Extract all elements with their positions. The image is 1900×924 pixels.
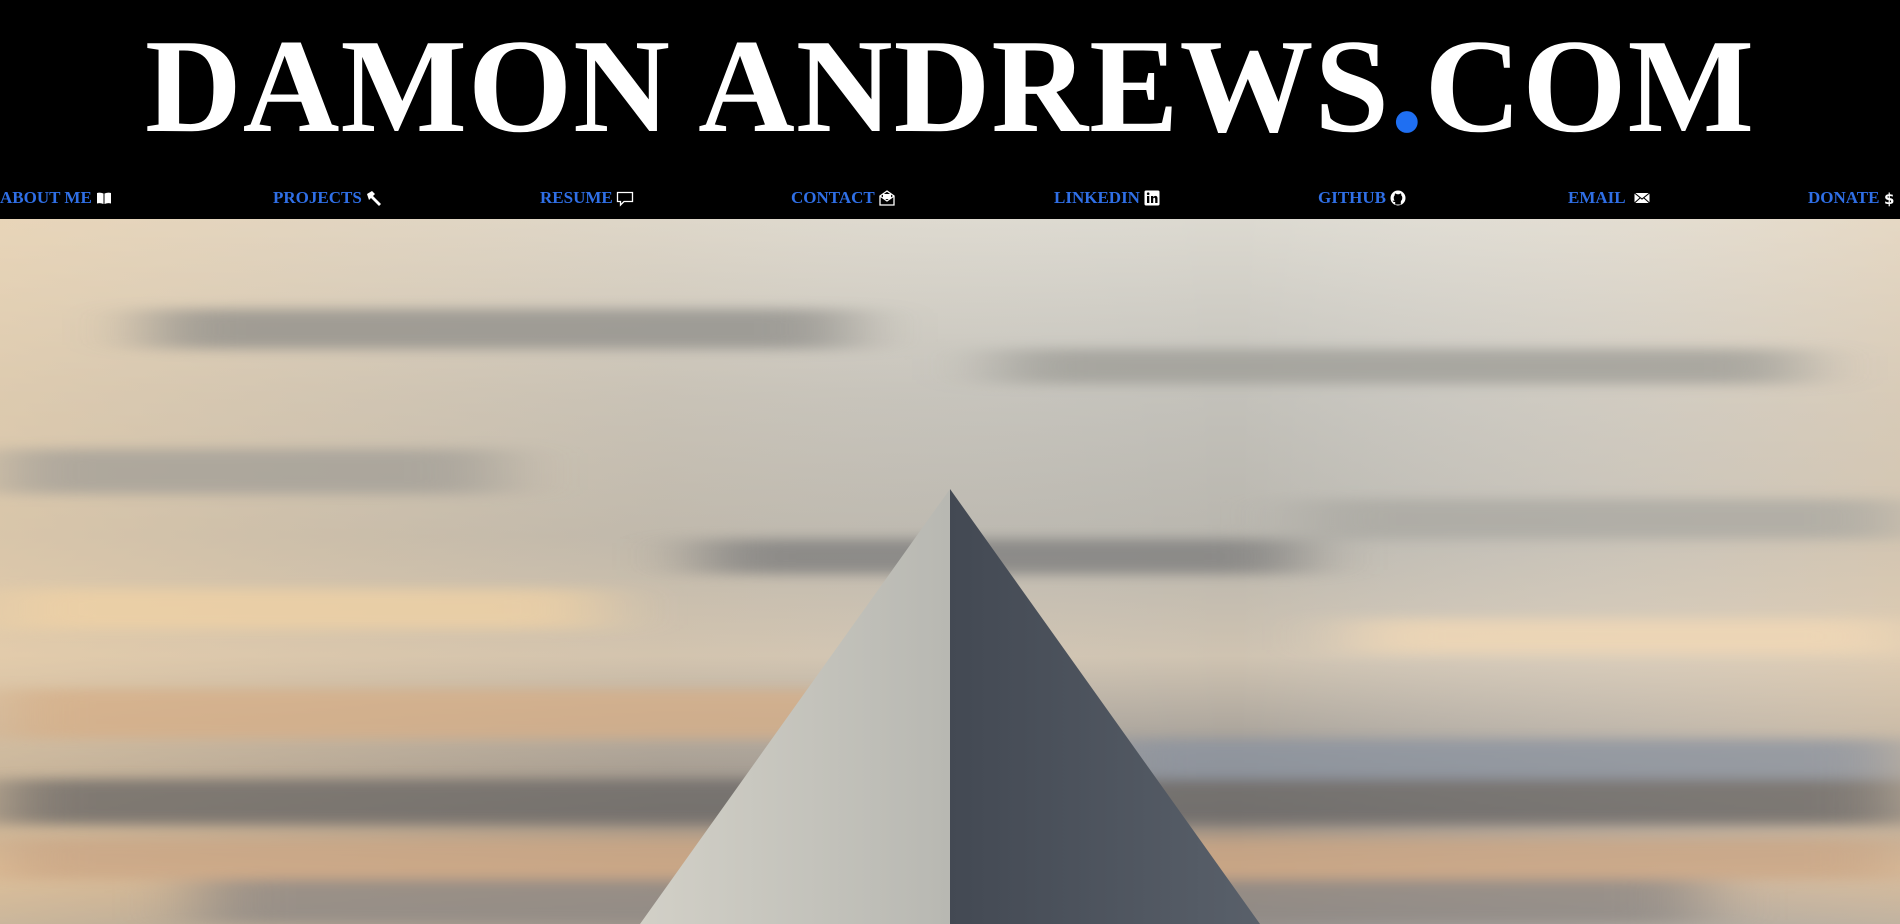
pyramid-scene (0, 219, 1900, 924)
svg-text:$: $ (1884, 190, 1894, 207)
book-icon (95, 189, 113, 207)
nav-label: PROJECTS (273, 188, 362, 207)
nav-label: EMAIL (1568, 188, 1626, 207)
nav-label: LINKEDIN (1054, 188, 1140, 207)
github-icon (1389, 189, 1407, 207)
site-header: DAMON ANDREWS.COM ABOUT ME PROJECTS RESU… (0, 0, 1900, 219)
speech-bubble-icon (616, 189, 634, 207)
site-title[interactable]: DAMON ANDREWS.COM (0, 6, 1900, 166)
nav-label: ABOUT ME (0, 188, 92, 207)
nav-donate[interactable]: DONATE $ (1808, 183, 1895, 213)
nav-label: RESUME (540, 188, 613, 207)
hammer-icon (365, 189, 383, 207)
nav-about-me[interactable]: ABOUT ME (0, 183, 113, 213)
linkedin-icon (1143, 189, 1161, 207)
nav-linkedin[interactable]: LINKEDIN (1054, 183, 1161, 213)
nav-email[interactable]: EMAIL (1568, 183, 1651, 213)
nav-contact[interactable]: CONTACT (791, 183, 896, 213)
site-title-tld: COM (1424, 12, 1756, 160)
nav-label: GITHUB (1318, 188, 1387, 207)
site-title-main: DAMON ANDREWS (144, 12, 1391, 160)
nav-label: DONATE (1808, 188, 1880, 207)
hero-image (0, 219, 1900, 924)
envelope-open-icon (878, 189, 896, 207)
site-title-dot: . (1390, 12, 1425, 160)
nav-label: CONTACT (791, 188, 875, 207)
main-nav: ABOUT ME PROJECTS RESUME CONTACT LINKEDI… (0, 183, 1900, 213)
nav-resume[interactable]: RESUME (540, 183, 634, 213)
dollar-icon: $ (1883, 189, 1895, 207)
nav-github[interactable]: GITHUB (1318, 183, 1407, 213)
nav-projects[interactable]: PROJECTS (273, 183, 383, 213)
envelope-icon (1633, 189, 1651, 207)
